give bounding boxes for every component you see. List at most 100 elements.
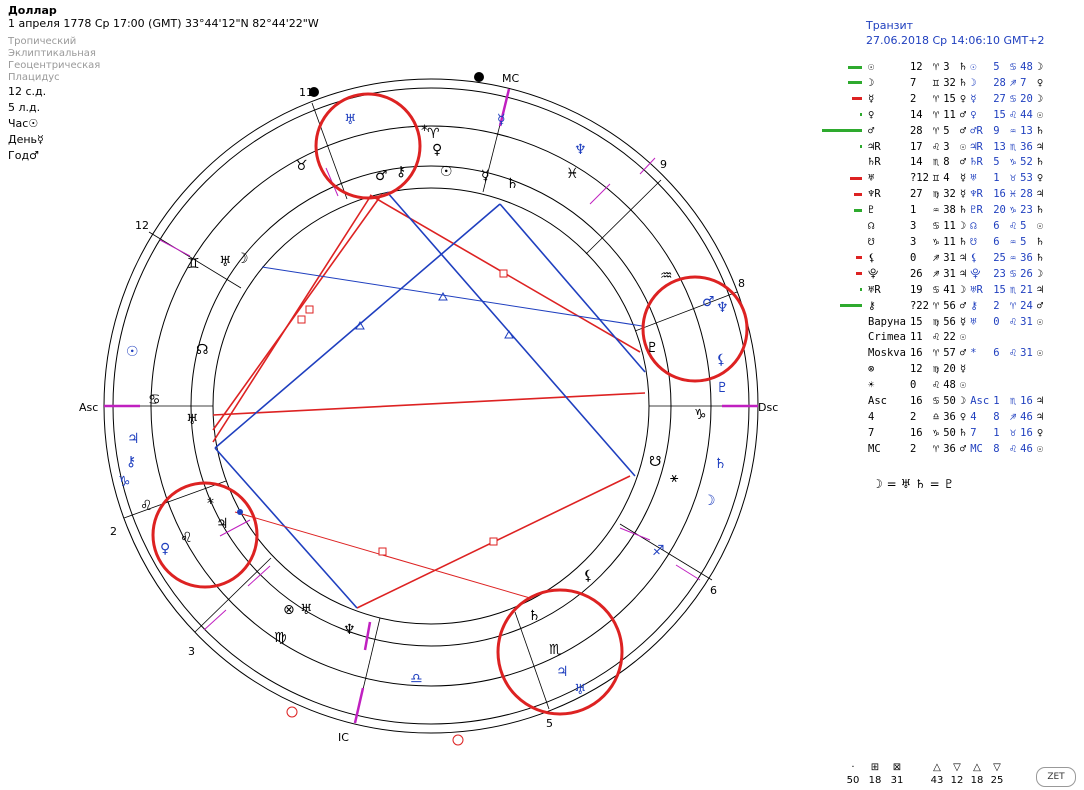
natal-sign: ♈ <box>932 442 940 455</box>
svg-text:☿: ☿ <box>481 168 490 184</box>
svg-text:♃: ♃ <box>216 516 229 532</box>
svg-text:♅: ♅ <box>219 254 232 270</box>
natal-minute: 15 <box>943 92 956 105</box>
natal-degree: 19 <box>909 283 923 296</box>
natal-ruler: ☿ <box>959 172 967 185</box>
svg-text:⊗: ⊗ <box>283 602 295 618</box>
ic-label: IC <box>338 731 349 744</box>
transit-minute: 16 <box>1020 426 1033 439</box>
transit-minute: 48 <box>1020 61 1033 73</box>
transit-minute: 23 <box>1020 204 1033 217</box>
transit-minute: 13 <box>1020 124 1033 137</box>
svg-text:♎: ♎ <box>410 671 423 687</box>
transit-degree: 15 <box>993 283 1006 296</box>
aspect-row: ⊗ 12 ♍ 20 ☿ <box>818 362 1045 378</box>
transit-ruler: ♄ <box>1036 124 1044 137</box>
aspect-row: ☽ 7 ♊ 32 ♄ ☽ 28 ♐ 7 ♀ <box>818 76 1045 92</box>
transit-ruler: ☉ <box>1036 220 1044 233</box>
natal-ruler: ♄ <box>959 61 967 73</box>
transit-sign: ♑ <box>1009 204 1017 217</box>
natal-minute: 31 <box>943 251 956 264</box>
natal-planet: ☿ <box>868 92 875 105</box>
transit-sign: ♏ <box>1009 395 1017 408</box>
natal-minute: 32 <box>943 76 956 89</box>
transit-minute: 46 <box>1020 410 1033 423</box>
transit-degree: 6 <box>993 235 1000 248</box>
aspect-strength-bar <box>818 235 866 251</box>
house-5-label: 5 <box>546 717 553 730</box>
house-cusp-lines <box>104 88 758 724</box>
aspect-strength-bar <box>818 219 866 235</box>
strength-bar-fill <box>856 256 862 260</box>
svg-text:☽: ☽ <box>703 493 716 509</box>
transit-ruler <box>1035 378 1045 394</box>
aspect-strength-bar <box>818 76 866 92</box>
strength-bar-fill <box>840 304 862 308</box>
natal-minute: 50 <box>943 395 956 408</box>
natal-planet: ♀ <box>868 108 875 121</box>
natal-ruler: ♀ <box>959 410 967 423</box>
svg-text:☋: ☋ <box>649 454 661 470</box>
transit-minute: 5 <box>1020 220 1027 233</box>
natal-degree: 12 <box>909 61 923 73</box>
transit-sign: ♌ <box>1009 315 1017 328</box>
transit-sign: ♐ <box>1009 410 1017 423</box>
transit-planet: ⚷ <box>970 299 978 312</box>
trine-down-icon: ▽ <box>993 762 1001 773</box>
transit-ruler: ♃ <box>1036 395 1044 408</box>
svg-text:♄: ♄ <box>506 176 519 192</box>
house-11-label: 11 <box>299 86 313 99</box>
natal-sign: ♍ <box>932 315 940 328</box>
dsc-label: Dsc <box>758 401 778 414</box>
aspect-strength-bar <box>818 267 866 283</box>
natal-minute: 8 <box>943 156 950 169</box>
natal-ruler: ♂ <box>959 299 967 312</box>
aspect-row: ♀ 14 ♈ 11 ♂ ♀ 15 ♌ 44 ☉ <box>818 108 1045 124</box>
strength-bar-fill <box>860 113 862 117</box>
aspect-row: 7 16 ♑ 50 ♄ 7 1 ♉ 16 ♀ <box>818 426 1045 442</box>
aspect-strength-bar <box>818 92 866 108</box>
house-6-label: 6 <box>710 584 717 597</box>
aspect-row: Asc 16 ♋ 50 ☽ Asc 1 ♏ 16 ♃ <box>818 394 1045 410</box>
natal-degree: 16 <box>909 395 923 408</box>
aspect-row: ♂ 28 ♈ 5 ♂ ♂R 9 ♒ 13 ♄ <box>818 124 1045 140</box>
svg-text:⚷: ⚷ <box>396 164 406 180</box>
svg-text:♑: ♑ <box>118 474 131 490</box>
aspect-row: ⚸ 0 ♐ 31 ♃ ⚸ 25 ♒ 36 ♄ <box>818 251 1045 267</box>
transit-minute: 5 <box>1020 235 1027 248</box>
svg-text:*: * <box>207 496 214 512</box>
transit-degree: 6 <box>993 347 1000 360</box>
transit-minute: 52 <box>1020 156 1033 169</box>
natal-minute: 50 <box>943 426 956 439</box>
natal-degree: 11 <box>909 331 923 344</box>
transit-degree: 9 <box>993 124 1000 137</box>
natal-degree: ?22 <box>909 299 929 312</box>
transit-minute: 26 <box>1020 267 1033 280</box>
natal-minute: 36 <box>943 410 956 423</box>
natal-degree: 16 <box>909 426 923 439</box>
aspect-strength-bar <box>818 171 866 187</box>
zet-logo[interactable]: ZET <box>1036 767 1076 787</box>
natal-sign: ♋ <box>932 395 940 408</box>
natal-planet: Crimea <box>868 331 906 344</box>
trine-up-icon: △ <box>973 762 981 773</box>
aspect-strength-bar <box>818 378 866 394</box>
svg-text:♋: ♋ <box>148 392 161 408</box>
strength-bar-fill <box>856 272 862 276</box>
svg-text:⚷: ⚷ <box>126 454 136 470</box>
stat-value: 50 <box>846 775 860 786</box>
transit-minute: 44 <box>1020 108 1033 121</box>
svg-text:♓: ♓ <box>566 166 579 182</box>
aspect-strength-bar <box>818 299 866 315</box>
transit-planet: ♅ <box>970 172 977 185</box>
natal-minute: 57 <box>943 347 956 360</box>
natal-sign: ♈ <box>932 108 940 121</box>
transit-degree: 2 <box>993 299 1000 312</box>
transit-sign <box>1008 378 1018 394</box>
aspect-row: ☋ 3 ♑ 11 ♄ ☋ 6 ♒ 5 ♄ <box>818 235 1045 251</box>
transit-ruler <box>1035 330 1045 346</box>
transit-ruler: ☉ <box>1036 315 1044 328</box>
transit-planet: ♃R <box>970 140 983 153</box>
aspect-strength-bar <box>818 315 866 331</box>
natal-degree: 28 <box>909 124 923 137</box>
